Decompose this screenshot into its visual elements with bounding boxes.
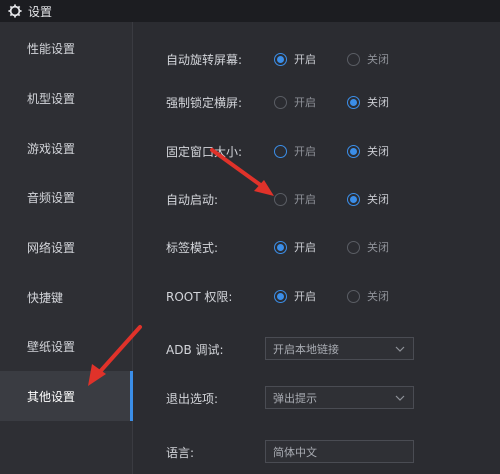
- radio-unselected-icon: [347, 52, 360, 66]
- setting-label: 固定窗口大小:: [166, 144, 243, 159]
- setting-exit: 退出选项: 弹出提示: [134, 386, 500, 410]
- option-label: 开启: [294, 145, 316, 158]
- force-landscape-on-radio[interactable]: 开启: [274, 94, 316, 110]
- option-label: 关闭: [367, 96, 389, 109]
- setting-label: ROOT 权限:: [166, 289, 233, 304]
- setting-root: ROOT 权限: 开启 关闭: [134, 284, 500, 308]
- setting-language: 语言: 简体中文: [134, 440, 500, 464]
- sidebar-item-network[interactable]: 网络设置: [0, 222, 133, 272]
- sidebar-item-wallpaper[interactable]: 壁纸设置: [0, 321, 133, 371]
- radio-unselected-icon: [347, 240, 360, 254]
- chevron-down-icon: [395, 395, 405, 401]
- option-label: 关闭: [367, 193, 389, 206]
- radio-selected-icon: [347, 192, 360, 206]
- sidebar-item-audio[interactable]: 音频设置: [0, 172, 133, 222]
- radio-selected-icon: [347, 95, 360, 109]
- option-label: 开启: [294, 193, 316, 206]
- setting-adb: ADB 调试: 开启本地链接: [134, 337, 500, 361]
- radio-unselected-icon: [274, 192, 287, 206]
- settings-sidebar: 性能设置 机型设置 游戏设置 音频设置 网络设置 快捷键 壁纸设置 其他设置: [0, 22, 133, 474]
- option-label: 开启: [294, 96, 316, 109]
- setting-label: 自动启动:: [166, 192, 219, 207]
- option-label: 关闭: [367, 145, 389, 158]
- radio-unselected-icon: [347, 289, 360, 303]
- auto-start-on-radio[interactable]: 开启: [274, 191, 316, 207]
- tab-mode-on-radio[interactable]: 开启: [274, 239, 316, 255]
- select-value: 简体中文: [273, 445, 317, 459]
- window-title: 设置: [28, 4, 53, 19]
- option-label: 关闭: [367, 241, 389, 254]
- radio-selected-icon: [274, 52, 287, 66]
- sidebar-item-performance[interactable]: 性能设置: [0, 23, 133, 73]
- tab-mode-off-radio[interactable]: 关闭: [347, 239, 389, 255]
- language-select[interactable]: 简体中文: [265, 440, 414, 463]
- select-value: 弹出提示: [273, 391, 317, 405]
- force-landscape-off-radio[interactable]: 关闭: [347, 94, 389, 110]
- root-on-radio[interactable]: 开启: [274, 288, 316, 304]
- option-label: 开启: [294, 290, 316, 303]
- exit-select[interactable]: 弹出提示: [265, 386, 414, 409]
- fixed-window-off-radio[interactable]: 关闭: [347, 143, 389, 159]
- sidebar-item-shortcuts[interactable]: 快捷键: [0, 272, 133, 322]
- radio-selected-icon: [274, 289, 287, 303]
- setting-label: ADB 调试:: [166, 342, 224, 357]
- sidebar-item-game[interactable]: 游戏设置: [0, 123, 133, 173]
- auto-rotate-off-radio[interactable]: 关闭: [347, 51, 389, 67]
- gear-icon: [8, 4, 22, 18]
- chevron-down-icon: [395, 346, 405, 352]
- setting-label: 自动旋转屏幕:: [166, 52, 243, 67]
- setting-fixed-window: 固定窗口大小: 开启 关闭: [134, 139, 500, 163]
- fixed-window-on-radio[interactable]: 开启: [274, 143, 316, 159]
- title-bar: 设置: [0, 0, 500, 22]
- setting-auto-start: 自动启动: 开启 关闭: [134, 187, 500, 211]
- setting-auto-rotate: 自动旋转屏幕: 开启 关闭: [134, 47, 500, 71]
- option-label: 开启: [294, 241, 316, 254]
- select-value: 开启本地链接: [273, 342, 339, 356]
- option-label: 关闭: [367, 53, 389, 66]
- settings-panel: 自动旋转屏幕: 开启 关闭 强制锁定横屏: 开启 关闭 固定窗口大小: 开启 关…: [134, 22, 500, 474]
- setting-force-landscape: 强制锁定横屏: 开启 关闭: [134, 90, 500, 114]
- adb-select[interactable]: 开启本地链接: [265, 337, 414, 360]
- auto-start-off-radio[interactable]: 关闭: [347, 191, 389, 207]
- radio-selected-icon: [347, 144, 360, 158]
- setting-label: 退出选项:: [166, 391, 219, 406]
- sidebar-item-device-model[interactable]: 机型设置: [0, 73, 133, 123]
- radio-unselected-icon: [274, 95, 287, 109]
- option-label: 开启: [294, 53, 316, 66]
- radio-selected-icon: [274, 240, 287, 254]
- setting-label: 标签模式:: [166, 240, 219, 255]
- radio-unselected-icon: [274, 144, 287, 158]
- option-label: 关闭: [367, 290, 389, 303]
- setting-label: 语言:: [166, 445, 195, 460]
- setting-tab-mode: 标签模式: 开启 关闭: [134, 235, 500, 259]
- setting-label: 强制锁定横屏:: [166, 95, 243, 110]
- sidebar-item-other[interactable]: 其他设置: [0, 371, 133, 421]
- root-off-radio[interactable]: 关闭: [347, 288, 389, 304]
- auto-rotate-on-radio[interactable]: 开启: [274, 51, 316, 67]
